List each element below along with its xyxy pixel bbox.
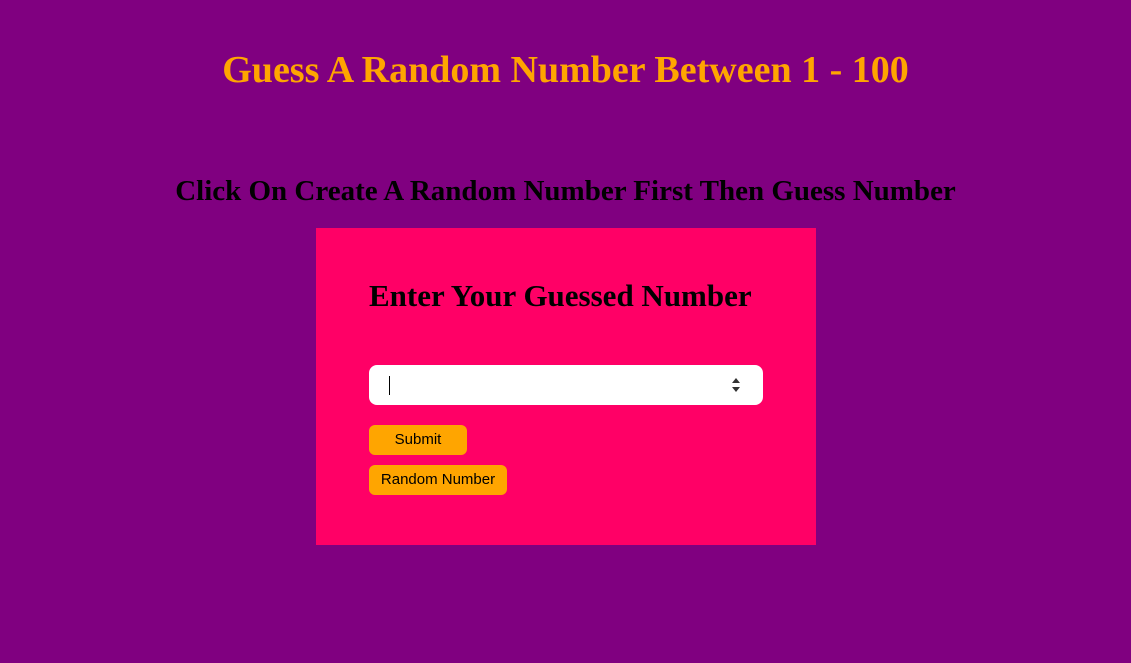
guess-number-input[interactable]	[369, 365, 763, 405]
spinner-down-icon[interactable]	[732, 387, 740, 392]
guess-card: Enter Your Guessed Number Submit Random …	[316, 228, 816, 545]
page-title: Guess A Random Number Between 1 - 100	[222, 49, 909, 91]
number-spinner[interactable]	[729, 376, 743, 394]
card-heading: Enter Your Guessed Number	[369, 278, 752, 313]
spinner-up-icon[interactable]	[732, 378, 740, 383]
page-subtitle: Click On Create A Random Number First Th…	[175, 175, 956, 207]
text-cursor	[389, 376, 390, 395]
random-number-button[interactable]: Random Number	[369, 465, 507, 495]
submit-button[interactable]: Submit	[369, 425, 467, 455]
